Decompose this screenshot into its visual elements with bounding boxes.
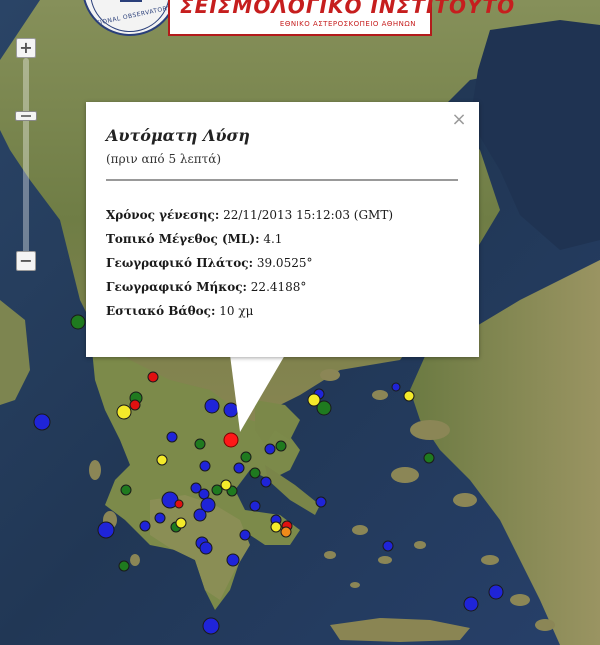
marker-blue[interactable] (97, 521, 115, 539)
banner-title: ΣΕΙΣΜΟΛΟΓΙΚΟ ΙΝΣΤΙΤΟΥΤΟ (180, 0, 516, 18)
field-value: 10 χμ (219, 304, 254, 318)
marker-green[interactable] (211, 484, 223, 496)
marker-blue[interactable] (198, 488, 210, 500)
marker-blue[interactable] (239, 529, 251, 541)
marker-blue[interactable] (226, 553, 240, 567)
info-divider (106, 179, 458, 181)
marker-blue[interactable] (315, 496, 327, 508)
observatory-emblem-icon (120, 0, 142, 2)
marker-blue[interactable] (193, 508, 207, 522)
marker-blue[interactable] (223, 402, 239, 418)
field-magnitude: Τοπικό Μέγεθος (ML): 4.1 (106, 232, 282, 246)
marker-blue[interactable] (463, 596, 479, 612)
field-value: 39.0525° (256, 256, 313, 270)
marker-blue[interactable] (391, 382, 401, 392)
info-subtitle: (πριν από 5 λεπτά) (106, 152, 222, 166)
field-label: Γεωγραφικό Μήκος: (106, 280, 247, 294)
marker-blue[interactable] (233, 462, 245, 474)
zoom-out-button[interactable]: − (16, 251, 36, 271)
field-longitude: Γεωγραφικό Μήκος: 22.4188° (106, 280, 306, 294)
marker-yellow[interactable] (116, 404, 132, 420)
marker-blue[interactable] (260, 476, 272, 488)
marker-yellow[interactable] (175, 517, 187, 529)
marker-yellow[interactable] (156, 454, 168, 466)
marker-red[interactable] (147, 371, 159, 383)
marker-latest-event[interactable] (223, 432, 239, 448)
event-info-window: × Αυτόματη Λύση (πριν από 5 λεπτά) Χρόνο… (86, 102, 479, 357)
marker-blue[interactable] (488, 584, 504, 600)
marker-orange[interactable] (280, 526, 292, 538)
field-value: 22.4188° (250, 280, 307, 294)
field-origin-time: Χρόνος γένεσης: 22/11/2013 15:12:03 (GMT… (106, 208, 393, 222)
marker-blue[interactable] (33, 413, 51, 431)
marker-red[interactable] (129, 399, 141, 411)
field-label: Τοπικό Μέγεθος (ML): (106, 232, 260, 246)
info-title: Αυτόματη Λύση (106, 126, 250, 145)
field-depth: Εστιακό Βάθος: 10 χμ (106, 304, 253, 318)
marker-blue[interactable] (264, 443, 276, 455)
map-view[interactable]: NATIONAL OBSERVATORY ΣΕΙΣΜΟΛΟΓΙΚΟ ΙΝΣΤΙΤ… (0, 0, 600, 645)
field-label: Χρόνος γένεσης: (106, 208, 220, 222)
field-latitude: Γεωγραφικό Πλάτος: 39.0525° (106, 256, 312, 270)
banner-subtitle: ΕΘΝΙΚΟ ΑΣΤΕΡΟΣΚΟΠΕΙΟ ΑΘΗΝΩΝ (279, 20, 416, 28)
marker-blue[interactable] (154, 512, 166, 524)
marker-blue[interactable] (139, 520, 151, 532)
field-value: 4.1 (263, 232, 283, 246)
field-value: 22/11/2013 15:12:03 (GMT) (223, 208, 394, 222)
marker-green[interactable] (249, 467, 261, 479)
marker-yellow[interactable] (270, 521, 282, 533)
banner-plate: ΣΕΙΣΜΟΛΟΓΙΚΟ ΙΝΣΤΙΤΟΥΤΟ ΕΘΝΙΚΟ ΑΣΤΕΡΟΣΚΟ… (168, 0, 514, 36)
zoom-slider-handle[interactable] (15, 111, 37, 122)
marker-blue[interactable] (202, 617, 220, 635)
marker-green[interactable] (70, 314, 86, 330)
marker-yellow[interactable] (307, 393, 321, 407)
marker-blue[interactable] (382, 540, 394, 552)
marker-blue[interactable] (204, 398, 220, 414)
marker-green[interactable] (275, 440, 287, 452)
marker-green[interactable] (423, 452, 435, 464)
marker-blue[interactable] (199, 541, 213, 555)
close-icon[interactable]: × (451, 111, 467, 129)
marker-green[interactable] (194, 438, 206, 450)
zoom-control: + − (15, 38, 37, 274)
marker-green[interactable] (118, 560, 130, 572)
marker-red[interactable] (174, 499, 184, 509)
observatory-seal-logo: NATIONAL OBSERVATORY (82, 0, 178, 36)
marker-blue[interactable] (199, 460, 211, 472)
header-banner: NATIONAL OBSERVATORY ΣΕΙΣΜΟΛΟΓΙΚΟ ΙΝΣΤΙΤ… (82, 0, 514, 36)
field-label: Εστιακό Βάθος: (106, 304, 216, 318)
marker-blue[interactable] (166, 431, 178, 443)
marker-green[interactable] (240, 451, 252, 463)
zoom-in-button[interactable]: + (16, 38, 36, 58)
marker-yellow[interactable] (403, 390, 415, 402)
marker-blue[interactable] (249, 500, 261, 512)
marker-yellow[interactable] (220, 479, 232, 491)
zoom-slider-track[interactable] (23, 58, 29, 254)
marker-green[interactable] (120, 484, 132, 496)
field-label: Γεωγραφικό Πλάτος: (106, 256, 254, 270)
